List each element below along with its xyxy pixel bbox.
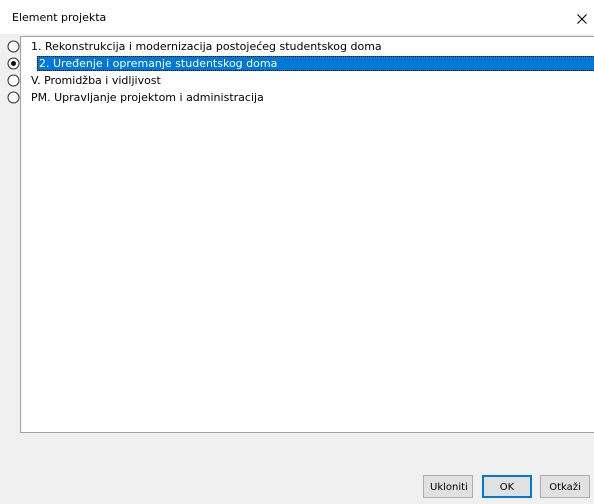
close-button[interactable] [572, 8, 592, 30]
title-bar: Element projekta [0, 0, 594, 34]
list-item[interactable]: PM. Upravljanje projektom i administraci… [7, 90, 594, 105]
radio-unchecked-icon[interactable] [7, 40, 20, 53]
radio-unchecked-icon[interactable] [7, 74, 20, 87]
ok-button[interactable]: OK [482, 475, 532, 498]
list-item-label: PM. Upravljanje projektom i administraci… [31, 91, 264, 104]
list-item-label: V. Promidžba i vidljivost [31, 74, 161, 87]
list-item[interactable]: 1. Rekonstrukcija i modernizacija postoj… [7, 39, 594, 54]
element-projekta-dialog: Element projekta 1. Rekonstrukcija i mod… [0, 0, 594, 504]
radio-checked-icon[interactable] [7, 57, 20, 70]
radio-unchecked-icon[interactable] [7, 91, 20, 104]
remove-button[interactable]: Ukloniti [423, 475, 473, 498]
list-item-label: 2. Uređenje i opremanje studentskog doma [37, 56, 594, 71]
list-item-selected[interactable]: 2. Uređenje i opremanje studentskog doma [7, 56, 594, 71]
list-item[interactable]: V. Promidžba i vidljivost [7, 73, 594, 88]
close-icon [577, 14, 587, 24]
project-element-list[interactable]: 1. Rekonstrukcija i modernizacija postoj… [7, 36, 594, 433]
window-title: Element projekta [12, 11, 107, 24]
cancel-button[interactable]: Otkaži [540, 475, 590, 498]
list-item-label: 1. Rekonstrukcija i modernizacija postoj… [31, 40, 382, 53]
